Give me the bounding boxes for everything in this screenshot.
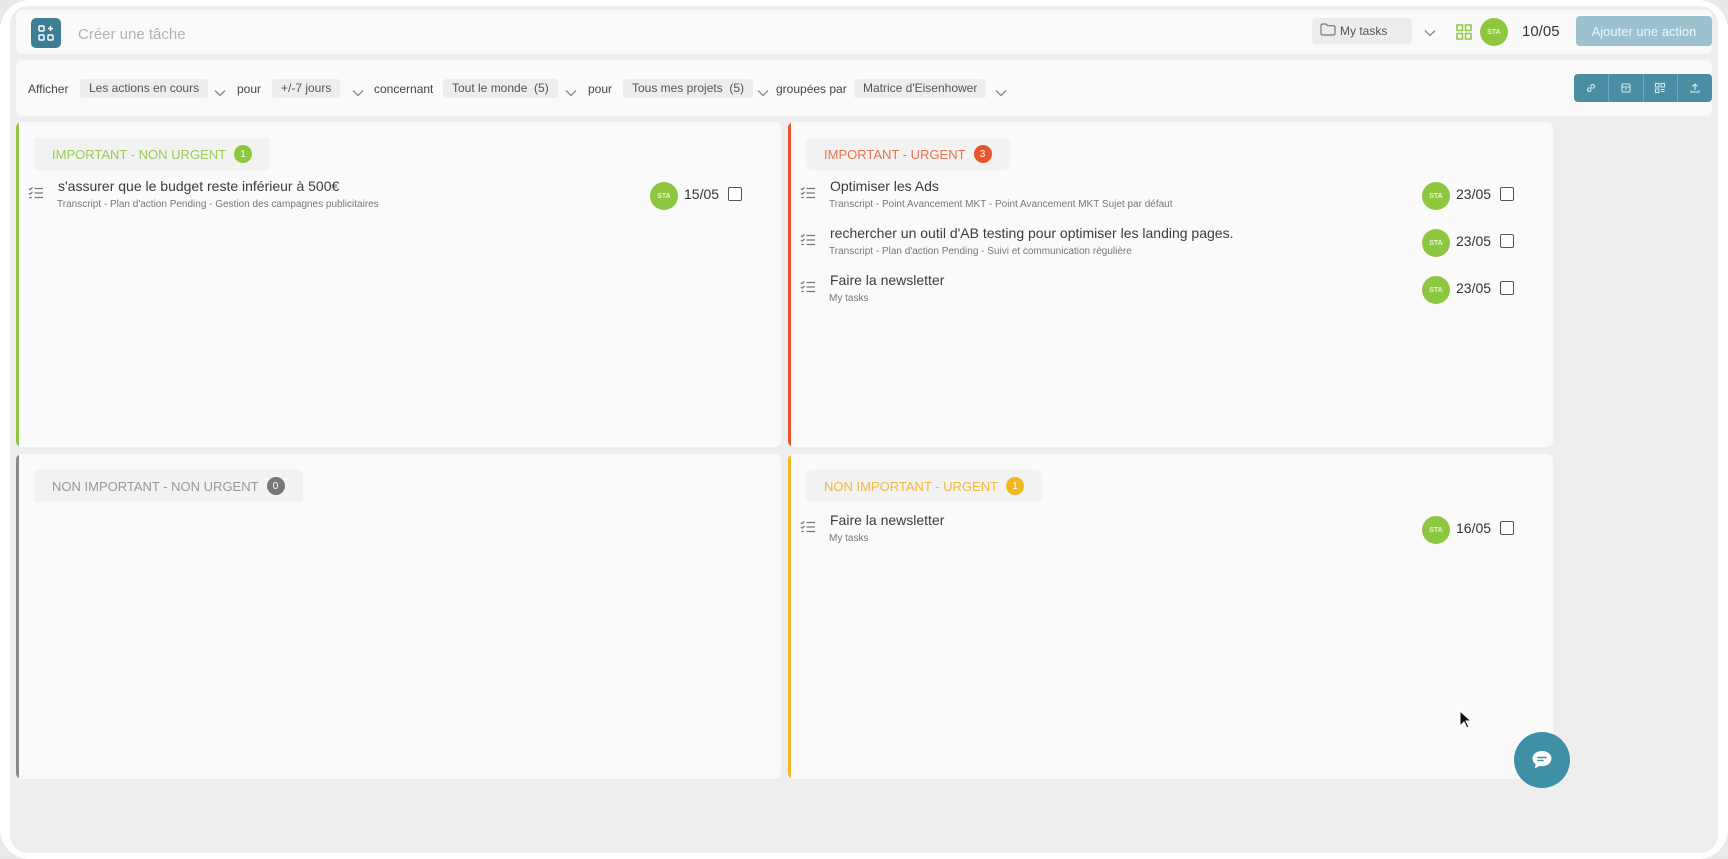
task-subtitle: My tasks	[829, 533, 869, 544]
quadrant-important-urgent: IMPORTANT - URGENT 3 Optimiser les Ads T…	[788, 122, 1553, 447]
filter-label-pour: pour	[237, 82, 262, 96]
project-selector[interactable]: My tasks	[1312, 18, 1412, 44]
count-badge: 1	[1006, 477, 1025, 495]
task-due-date[interactable]: 23/05	[1456, 233, 1491, 249]
task-item[interactable]: s'assurer que le budget reste inférieur …	[16, 176, 756, 220]
task-item[interactable]: rechercher un outil d'AB testing pour op…	[788, 223, 1528, 267]
filter-bar: Afficher Les actions en cours pour +/-7 …	[16, 60, 1712, 116]
chevron-down-icon[interactable]	[565, 84, 577, 102]
top-bar: My tasks STA 10/05 Ajouter une action	[16, 10, 1712, 54]
task-item[interactable]: Faire la newsletter My tasks STA 16/05	[788, 510, 1528, 554]
project-label: My tasks	[1340, 24, 1388, 38]
task-due-date[interactable]: 16/05	[1456, 520, 1491, 536]
current-date: 10/05	[1522, 23, 1560, 40]
task-title[interactable]: Faire la newsletter	[830, 512, 944, 528]
avatar[interactable]: STA	[1422, 229, 1450, 257]
chevron-down-icon[interactable]	[995, 84, 1007, 102]
grid-view-icon[interactable]	[1456, 24, 1472, 45]
task-subtitle: Transcript - Plan d'action Pending - Ges…	[57, 199, 379, 210]
archive-icon[interactable]	[1609, 74, 1644, 102]
chevron-down-icon[interactable]	[757, 84, 769, 102]
quadrant-title: IMPORTANT - NON URGENT	[52, 146, 227, 162]
grid-plus-icon[interactable]	[31, 18, 61, 48]
task-due-date[interactable]: 15/05	[684, 186, 719, 202]
task-due-date[interactable]: 23/05	[1456, 186, 1491, 202]
avatar[interactable]: STA	[1422, 182, 1450, 210]
group-by-filter[interactable]: Matrice d'Eisenhower	[854, 79, 987, 98]
checklist-icon[interactable]	[800, 186, 816, 205]
chevron-down-icon[interactable]	[214, 84, 226, 102]
quadrant-title: NON IMPORTANT - URGENT	[824, 478, 999, 494]
task-item[interactable]: Faire la newsletter My tasks STA 23/05	[788, 270, 1528, 314]
chevron-down-icon[interactable]	[1424, 24, 1436, 42]
folder-icon	[1320, 23, 1336, 39]
task-title[interactable]: Optimiser les Ads	[830, 178, 939, 194]
task-subtitle: Transcript - Point Avancement MKT - Poin…	[829, 199, 1173, 210]
quadrant-header: IMPORTANT - URGENT 3	[806, 138, 1010, 170]
count-badge: 1	[234, 145, 253, 163]
chevron-down-icon[interactable]	[352, 84, 364, 102]
checklist-icon[interactable]	[28, 186, 44, 205]
quadrant-color-bar	[16, 122, 19, 447]
avatar[interactable]: STA	[650, 182, 678, 210]
avatar[interactable]: STA	[1422, 516, 1450, 544]
task-item[interactable]: Optimiser les Ads Transcript - Point Ava…	[788, 176, 1528, 220]
app-window: My tasks STA 10/05 Ajouter une action Af…	[10, 6, 1718, 853]
period-filter[interactable]: +/-7 jours	[272, 79, 341, 98]
filter-label-pour-2: pour	[588, 82, 613, 96]
quadrant-title: IMPORTANT - URGENT	[824, 146, 966, 162]
chat-icon[interactable]	[1514, 732, 1570, 788]
add-action-button[interactable]: Ajouter une action	[1576, 16, 1712, 46]
quadrant-title: NON IMPORTANT - NON URGENT	[52, 478, 259, 494]
checklist-icon[interactable]	[800, 233, 816, 252]
status-filter[interactable]: Les actions en cours	[80, 79, 209, 98]
quadrant-header: NON IMPORTANT - URGENT 1	[806, 470, 1043, 502]
quadrant-color-bar	[788, 454, 791, 779]
task-checkbox[interactable]	[1500, 521, 1514, 535]
app-frame: My tasks STA 10/05 Ajouter une action Af…	[0, 0, 1728, 859]
task-title[interactable]: Faire la newsletter	[830, 272, 944, 288]
task-title[interactable]: s'assurer que le budget reste inférieur …	[58, 178, 339, 194]
people-filter[interactable]: Tout le monde (5)	[443, 79, 558, 98]
task-checkbox[interactable]	[1500, 281, 1514, 295]
upload-icon[interactable]	[1678, 74, 1712, 102]
quadrant-header: IMPORTANT - NON URGENT 1	[34, 138, 271, 170]
task-checkbox[interactable]	[1500, 234, 1514, 248]
task-title[interactable]: rechercher un outil d'AB testing pour op…	[830, 225, 1233, 241]
task-checkbox[interactable]	[728, 187, 742, 201]
quadrant-non-important-non-urgent: NON IMPORTANT - NON URGENT 0	[16, 454, 781, 779]
filter-label-concernant: concernant	[374, 82, 434, 96]
task-due-date[interactable]: 23/05	[1456, 280, 1491, 296]
link-icon[interactable]	[1574, 74, 1609, 102]
qr-icon[interactable]	[1644, 74, 1679, 102]
create-task-input[interactable]	[76, 22, 680, 46]
projects-filter[interactable]: Tous mes projets (5)	[623, 79, 754, 98]
task-checkbox[interactable]	[1500, 187, 1514, 201]
filter-label-groupees: groupées par	[776, 82, 847, 96]
avatar[interactable]: STA	[1422, 276, 1450, 304]
quadrant-important-non-urgent: IMPORTANT - NON URGENT 1 s'assurer que l…	[16, 122, 781, 447]
avatar[interactable]: STA	[1480, 18, 1508, 46]
filter-label-afficher: Afficher	[28, 82, 69, 96]
quadrant-header: NON IMPORTANT - NON URGENT 0	[34, 470, 303, 502]
count-badge: 0	[266, 477, 285, 495]
checklist-icon[interactable]	[800, 280, 816, 299]
task-subtitle: My tasks	[829, 293, 869, 304]
task-subtitle: Transcript - Plan d'action Pending - Sui…	[829, 246, 1132, 257]
quadrant-color-bar	[16, 454, 19, 779]
quadrant-non-important-urgent: NON IMPORTANT - URGENT 1 Faire la newsle…	[788, 454, 1553, 779]
count-badge: 3	[973, 145, 992, 163]
mouse-cursor-icon	[1459, 709, 1473, 735]
view-toolbar	[1574, 74, 1712, 102]
checklist-icon[interactable]	[800, 520, 816, 539]
